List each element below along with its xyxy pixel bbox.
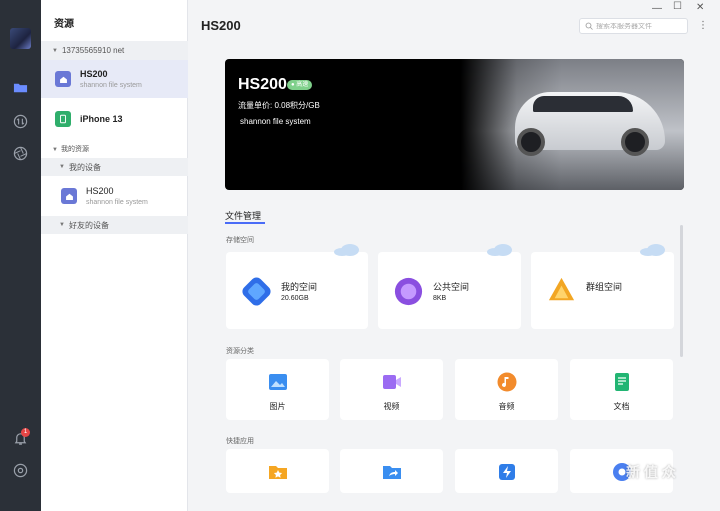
banner-device-name: HS200: [238, 76, 287, 93]
close-icon[interactable]: ✕: [696, 2, 704, 13]
device-item-hs200[interactable]: HS200 shannon file system: [41, 60, 188, 98]
my-devices-group[interactable]: ▼ 我的设备: [41, 158, 188, 176]
nas-icon: [55, 71, 71, 87]
space-name: 公共空间: [433, 282, 470, 292]
device-name: iPhone 13: [80, 114, 123, 124]
device-item-iphone[interactable]: iPhone 13: [41, 107, 188, 131]
transfer-icon[interactable]: [13, 114, 28, 129]
notification-badge: 1: [21, 428, 30, 437]
document-icon: [614, 373, 629, 391]
page-title: HS200: [201, 18, 241, 33]
category-audio[interactable]: 音频: [455, 359, 558, 420]
cloud-icon: [640, 244, 665, 256]
search-box[interactable]: [579, 18, 688, 34]
aperture-icon[interactable]: [13, 146, 28, 161]
icon-rail: 1: [0, 0, 41, 511]
space-size: 20.60GB: [281, 295, 309, 302]
share-folder-icon: [382, 466, 401, 479]
category-documents[interactable]: 文档: [570, 359, 673, 420]
device-subtitle: shannon file system: [86, 199, 148, 206]
category-pictures[interactable]: 图片: [226, 359, 329, 420]
my-device-item-hs200[interactable]: HS200 shannon file system: [41, 179, 188, 213]
phone-icon: [55, 111, 71, 127]
category-name: 视频: [383, 402, 400, 411]
tab-underline: [225, 222, 265, 224]
star-folder-icon: [268, 466, 287, 479]
space-card-public[interactable]: 公共空间 8KB: [378, 244, 521, 329]
settings-icon[interactable]: [13, 463, 28, 478]
caret-down-icon: ▼: [59, 222, 65, 228]
speed-badge: ● 高速: [287, 80, 313, 90]
scrollbar[interactable]: [680, 225, 683, 357]
category-name: 图片: [269, 402, 286, 411]
space-name: 群组空间: [586, 282, 623, 292]
minimize-icon[interactable]: —: [652, 3, 662, 14]
quick-app-flash[interactable]: [455, 449, 558, 493]
video-icon: [382, 375, 401, 389]
friend-devices-group[interactable]: ▼ 好友的设备: [41, 216, 188, 234]
banner-system: shannon file system: [240, 117, 311, 126]
my-space-icon: [242, 277, 271, 306]
quick-apps-label: 快捷应用: [226, 438, 254, 445]
nas-icon: [61, 188, 77, 204]
category-label: 资源分类: [226, 348, 254, 355]
space-card-mine[interactable]: 我的空间 20.60GB: [226, 244, 368, 329]
category-name: 文档: [613, 402, 630, 411]
maximize-icon[interactable]: ☐: [673, 1, 682, 12]
space-size: 8KB: [433, 295, 447, 302]
my-resources-group[interactable]: ▼ 我的资源: [52, 144, 89, 154]
image-icon: [268, 374, 287, 390]
resource-panel: 资源 ▼ 13735565910 net HS200 shannon file …: [41, 0, 188, 511]
panel-title: 资源: [54, 19, 74, 30]
search-icon: [585, 22, 593, 30]
account-group[interactable]: ▼ 13735565910 net: [41, 41, 188, 60]
group-space-icon: [548, 277, 575, 301]
caret-down-icon: ▼: [52, 47, 58, 54]
account-group-label: 13735565910 net: [61, 46, 125, 55]
device-subtitle: shannon file system: [80, 82, 142, 89]
more-icon[interactable]: ⋮: [698, 20, 708, 31]
device-banner: HS200 ● 高速 流量单价: 0.08积分/GB shannon file …: [225, 59, 684, 190]
public-space-icon: [394, 277, 423, 306]
storage-label: 存储空间: [226, 237, 254, 244]
space-card-group[interactable]: 群组空间: [531, 244, 674, 329]
watermark: 新 值 众: [626, 464, 676, 480]
quick-app-favorites[interactable]: [226, 449, 329, 493]
my-resources-label: 我的资源: [60, 146, 89, 153]
friend-devices-label: 好友的设备: [68, 220, 109, 230]
traffic-price: 流量单价: 0.08积分/GB: [238, 101, 320, 110]
lightning-icon: [498, 464, 515, 480]
car-image: [515, 92, 665, 156]
file-management-title[interactable]: 文件管理: [225, 209, 261, 222]
caret-down-icon: ▼: [52, 147, 58, 153]
search-input[interactable]: [596, 22, 686, 30]
app-logo: [10, 28, 31, 49]
cloud-icon: [334, 244, 359, 256]
cloud-icon: [487, 244, 512, 256]
music-icon: [497, 372, 516, 392]
space-name: 我的空间: [281, 282, 318, 292]
category-name: 音频: [498, 402, 515, 411]
category-videos[interactable]: 视频: [340, 359, 443, 420]
device-name: HS200: [86, 186, 114, 196]
caret-down-icon: ▼: [59, 164, 65, 170]
device-name: HS200: [80, 69, 108, 79]
my-devices-label: 我的设备: [68, 162, 101, 172]
folder-icon[interactable]: [13, 80, 28, 95]
quick-app-shared[interactable]: [340, 449, 443, 493]
